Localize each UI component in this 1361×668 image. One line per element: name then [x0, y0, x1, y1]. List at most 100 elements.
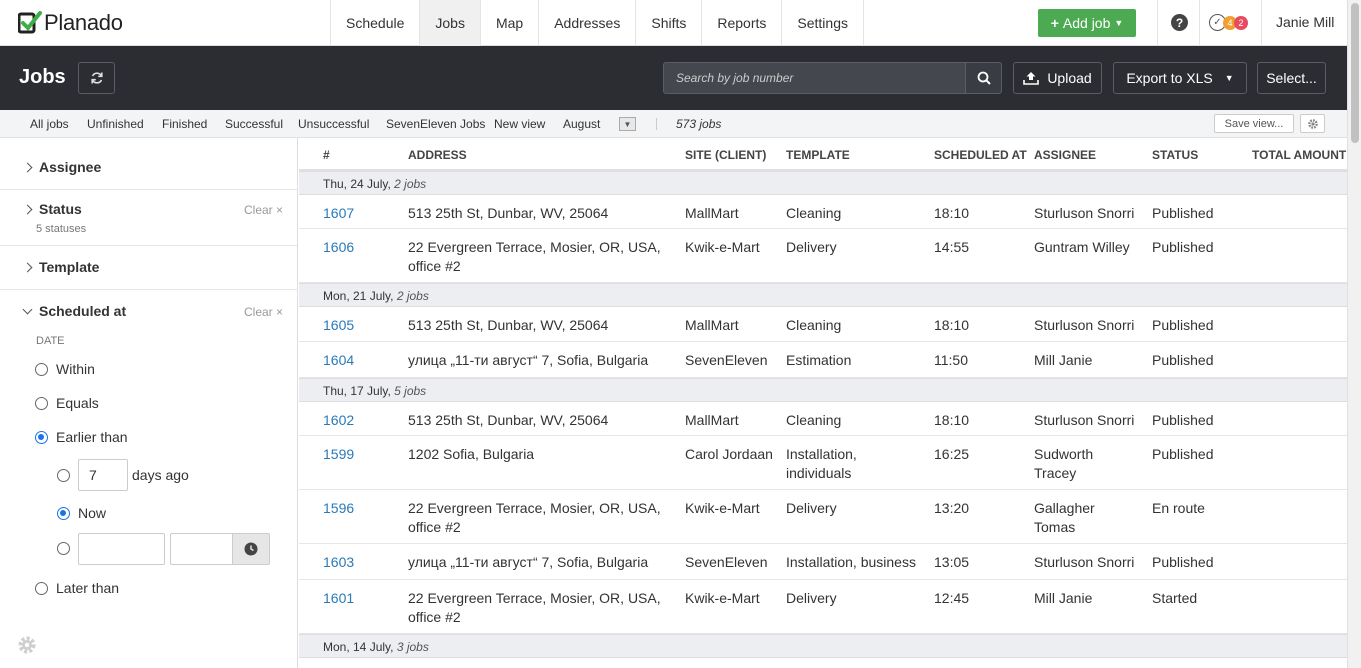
- job-status: En route: [1152, 500, 1205, 516]
- job-id-link[interactable]: 1606: [323, 238, 354, 257]
- refresh-icon: [90, 72, 103, 84]
- page-header: Jobs Search by job number Upload Export …: [0, 46, 1347, 110]
- time-input[interactable]: [170, 533, 233, 565]
- view-finished[interactable]: Finished: [162, 117, 207, 131]
- select-button[interactable]: Select...: [1257, 62, 1326, 94]
- logo[interactable]: Planado: [18, 9, 123, 37]
- user-menu[interactable]: Janie Mill: [1276, 14, 1334, 30]
- notifications[interactable]: ✓ 4 2: [1209, 14, 1248, 31]
- page-scrollbar[interactable]: [1347, 0, 1361, 668]
- table-row[interactable]: 1604 улица „11-ти август“ 7, Sofia, Bulg…: [299, 342, 1347, 378]
- filter-scheduled-at[interactable]: Scheduled at: [22, 303, 126, 319]
- add-job-button[interactable]: + Add job ▼: [1038, 9, 1136, 37]
- nav-divider: [1199, 0, 1200, 46]
- upload-button[interactable]: Upload: [1013, 62, 1102, 94]
- date-group-header: Thu, 17 July, 5 jobs: [299, 378, 1347, 402]
- job-assignee: Sturluson Snorri: [1034, 317, 1135, 333]
- gear-icon: [1307, 118, 1318, 129]
- table-row[interactable]: 1607 513 25th St, Dunbar, WV, 25064 Mall…: [299, 195, 1347, 229]
- job-template: Delivery: [786, 500, 837, 516]
- export-label: Export to XLS: [1126, 70, 1213, 86]
- views-dropdown-button[interactable]: ▼: [619, 117, 636, 131]
- filters-sidebar: Assignee Status Clear × 5 statuses Templ…: [0, 138, 298, 668]
- scrollbar-thumb[interactable]: [1351, 3, 1359, 143]
- job-id-link[interactable]: 1607: [323, 204, 354, 223]
- job-id-link[interactable]: 1603: [323, 553, 354, 572]
- job-site: MallMart: [685, 205, 739, 221]
- col-assignee[interactable]: ASSIGNEE: [1034, 148, 1096, 162]
- job-id-link[interactable]: 1604: [323, 351, 354, 370]
- job-time: 13:05: [934, 554, 970, 570]
- save-view-button[interactable]: Save view...: [1214, 114, 1294, 133]
- view-seveneleven-jobs[interactable]: SevenEleven Jobs: [386, 117, 485, 131]
- days-ago-input[interactable]: 7: [78, 459, 128, 491]
- top-navbar: Planado Schedule Jobs Map Addresses Shif…: [0, 0, 1361, 46]
- view-unfinished[interactable]: Unfinished: [87, 117, 144, 131]
- upload-label: Upload: [1047, 70, 1092, 86]
- clear-scheduled-button[interactable]: Clear ×: [244, 305, 283, 319]
- menu-shifts[interactable]: Shifts: [635, 0, 701, 46]
- clear-status-button[interactable]: Clear ×: [244, 203, 283, 217]
- filter-template[interactable]: Template: [22, 259, 99, 275]
- view-successful[interactable]: Successful: [225, 117, 283, 131]
- table-row[interactable]: 1602 513 25th St, Dunbar, WV, 25064 Mall…: [299, 402, 1347, 436]
- col-site-client[interactable]: SITE (CLIENT): [685, 148, 766, 162]
- filter-status[interactable]: Status: [22, 201, 82, 217]
- menu-jobs[interactable]: Jobs: [419, 0, 480, 46]
- search-input[interactable]: Search by job number: [663, 62, 966, 94]
- menu-settings[interactable]: Settings: [781, 0, 864, 46]
- col-scheduled-at[interactable]: SCHEDULED AT: [934, 148, 1027, 162]
- job-address: улица „11-ти август“ 7, Sofia, Bulgaria: [408, 554, 649, 570]
- date-input[interactable]: [78, 533, 165, 565]
- radio-earlier-than[interactable]: [35, 431, 48, 444]
- col-status[interactable]: STATUS: [1152, 148, 1198, 162]
- time-picker-button[interactable]: [232, 533, 270, 565]
- menu-map[interactable]: Map: [479, 0, 538, 46]
- radio-later-than[interactable]: [35, 582, 48, 595]
- col-address[interactable]: ADDRESS: [408, 148, 467, 162]
- clock-icon: [244, 542, 258, 556]
- search-icon: [977, 71, 991, 85]
- table-row[interactable]: 1603 улица „11-ти август“ 7, Sofia, Bulg…: [299, 544, 1347, 580]
- col-total-amount[interactable]: TOTAL AMOUNT: [1252, 148, 1346, 162]
- menu-reports[interactable]: Reports: [701, 0, 781, 46]
- table-row[interactable]: 1599 1202 Sofia, Bulgaria Carol Jordaan …: [299, 436, 1347, 490]
- table-row[interactable]: 1606 22 Evergreen Terrace, Mosier, OR, U…: [299, 229, 1347, 283]
- view-all-jobs[interactable]: All jobs: [30, 117, 69, 131]
- table-row[interactable]: 1596 22 Evergreen Terrace, Mosier, OR, U…: [299, 490, 1347, 544]
- radio-days-ago[interactable]: [57, 469, 70, 482]
- nav-divider: [1261, 0, 1262, 46]
- export-xls-button[interactable]: Export to XLS ▼: [1113, 62, 1247, 94]
- group-count: 3 jobs: [396, 640, 429, 654]
- sidebar-settings-button[interactable]: [17, 635, 37, 658]
- radio-within[interactable]: [35, 363, 48, 376]
- radio-equals[interactable]: [35, 397, 48, 410]
- radio-now[interactable]: [57, 507, 70, 520]
- group-count: 5 jobs: [394, 384, 427, 398]
- menu-addresses[interactable]: Addresses: [538, 0, 635, 46]
- job-site: Kwik-e-Mart: [685, 239, 760, 255]
- job-id-link[interactable]: 1605: [323, 316, 354, 335]
- job-site: Kwik-e-Mart: [685, 590, 760, 606]
- job-time: 13:20: [934, 500, 970, 516]
- refresh-button[interactable]: [78, 62, 115, 94]
- col-template[interactable]: TEMPLATE: [786, 148, 850, 162]
- view-settings-button[interactable]: [1300, 114, 1325, 133]
- radio-custom-date[interactable]: [57, 542, 70, 555]
- search-button[interactable]: [965, 62, 1002, 94]
- menu-schedule[interactable]: Schedule: [330, 0, 419, 46]
- view-august[interactable]: August: [563, 117, 600, 131]
- job-id-link[interactable]: 1599: [323, 445, 354, 464]
- help-icon[interactable]: ?: [1171, 14, 1188, 31]
- view-new-view[interactable]: New view: [494, 117, 545, 131]
- job-id-link[interactable]: 1602: [323, 411, 354, 430]
- col-number[interactable]: #: [323, 148, 330, 162]
- filter-assignee[interactable]: Assignee: [22, 159, 101, 175]
- job-status: Published: [1152, 446, 1214, 462]
- job-id-link[interactable]: 1601: [323, 589, 354, 608]
- table-row[interactable]: 1605 513 25th St, Dunbar, WV, 25064 Mall…: [299, 307, 1347, 342]
- view-unsuccessful[interactable]: Unsuccessful: [298, 117, 369, 131]
- table-row[interactable]: 1601 22 Evergreen Terrace, Mosier, OR, U…: [299, 580, 1347, 634]
- job-id-link[interactable]: 1596: [323, 499, 354, 518]
- date-label: DATE: [36, 335, 65, 347]
